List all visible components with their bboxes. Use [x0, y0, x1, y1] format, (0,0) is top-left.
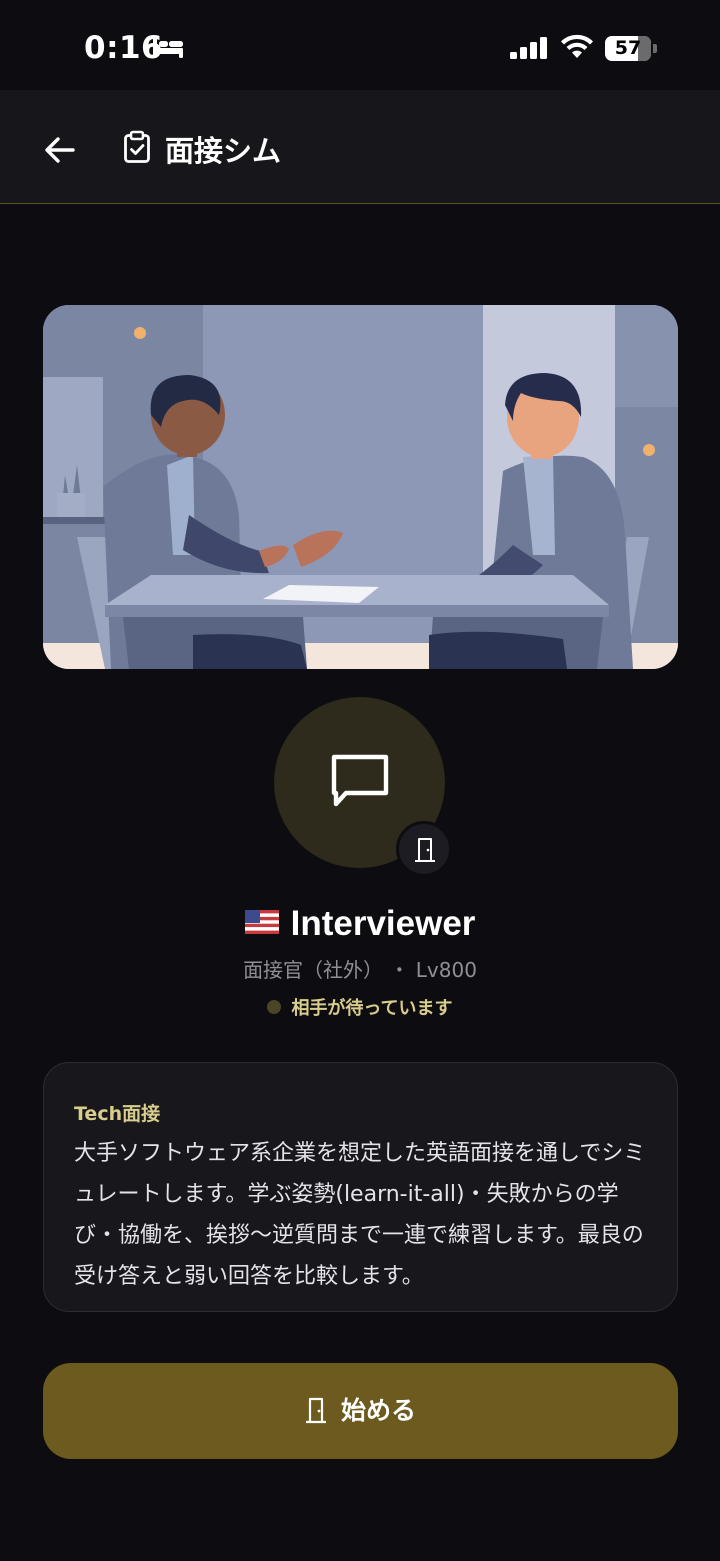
door-icon [305, 1398, 326, 1424]
us-flag-icon [244, 909, 279, 934]
status-bar: 0:16 57 [0, 0, 720, 90]
back-arrow-icon [45, 137, 75, 163]
app-header: 面接シム [0, 90, 720, 204]
interviewer-role: 面接官（社外） ・ Lv800 [243, 958, 477, 982]
start-button[interactable]: 始める [43, 1363, 678, 1459]
chat-bubble-icon [331, 754, 389, 807]
status-dot [267, 1000, 282, 1014]
battery-indicator: 57 [605, 36, 651, 61]
door-icon [415, 838, 435, 862]
clipboard-check-icon [122, 130, 152, 169]
back-button[interactable] [40, 130, 80, 170]
battery-tip [653, 44, 657, 53]
door-badge [396, 821, 452, 877]
page-title: 面接シム [165, 134, 282, 168]
interviewer-name: Interviewer [290, 904, 476, 943]
wifi-icon [560, 34, 594, 65]
scenario-card: Tech面接 大手ソフトウェア系企業を想定した英語面接を通しでシミュレートします… [43, 1062, 678, 1312]
bed-icon [152, 36, 184, 65]
waiting-status-text: 相手が待っています [291, 998, 453, 1019]
scenario-description: 大手ソフトウェア系企業を想定した英語面接を通しでシミュレートします。学ぶ姿勢(l… [74, 1141, 646, 1289]
hero-illustration [43, 305, 678, 669]
interviewer-name-row: Interviewer [0, 904, 720, 944]
signal-icon [510, 37, 548, 64]
waiting-status: 相手が待っています [0, 994, 720, 1020]
battery-level: 57 [614, 37, 642, 59]
scenario-title: Tech面接 [74, 1103, 161, 1125]
start-button-label: 始める [340, 1396, 416, 1426]
